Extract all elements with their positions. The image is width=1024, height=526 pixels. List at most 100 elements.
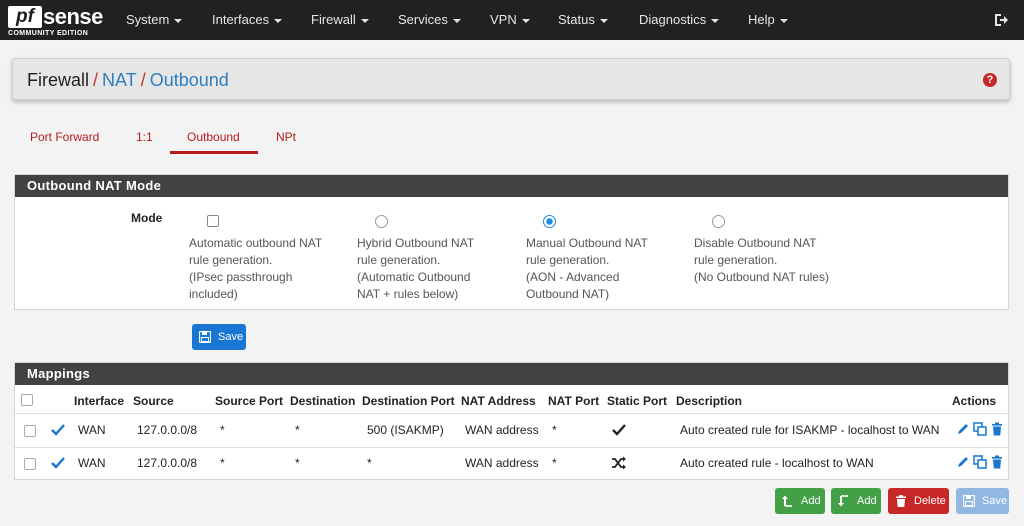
- caret-down-icon: [779, 18, 788, 23]
- nav-interfaces-label: Interfaces: [212, 12, 270, 27]
- mode-text-line: Outbound NAT): [526, 287, 610, 301]
- copy-icon[interactable]: [973, 455, 987, 469]
- mode-option-description: Automatic outbound NAT rule generation. …: [189, 235, 349, 303]
- breadcrumb: Firewall / NAT / Outbound: [27, 68, 229, 92]
- mode-text-line: rule generation.: [357, 253, 441, 267]
- arrow-turn-down-icon: [838, 495, 848, 507]
- select-all-checkbox[interactable]: [21, 394, 33, 406]
- outbound-nat-mode-panel: Outbound NAT Mode Mode Automatic outboun…: [14, 174, 1009, 310]
- mode-text-line: Automatic outbound NAT: [189, 236, 323, 250]
- nav-interfaces[interactable]: Interfaces: [212, 0, 283, 40]
- col-nat-address[interactable]: NAT Address: [461, 394, 536, 408]
- add-rule-bottom-button[interactable]: Add: [831, 488, 881, 514]
- delete-button[interactable]: Delete: [888, 488, 949, 514]
- automatic-checkbox[interactable]: [207, 215, 219, 227]
- nav-status-label: Status: [558, 12, 595, 27]
- tab-outbound[interactable]: Outbound: [187, 128, 240, 146]
- pencil-icon[interactable]: [956, 422, 970, 436]
- floppy-disk-icon: [199, 331, 211, 343]
- nav-status[interactable]: Status: [558, 0, 608, 40]
- caret-down-icon: [360, 18, 369, 23]
- cell-destination-port: *: [367, 456, 372, 470]
- col-source-port[interactable]: Source Port: [215, 394, 283, 408]
- col-source[interactable]: Source: [133, 394, 174, 408]
- cell-destination-port: 500 (ISAKMP): [367, 423, 444, 437]
- panel-title: Outbound NAT Mode: [15, 175, 1008, 197]
- save-mappings-button[interactable]: Save: [956, 488, 1009, 514]
- nav-system[interactable]: System: [126, 0, 183, 40]
- nav-services[interactable]: Services: [398, 0, 461, 40]
- mode-option-description: Hybrid Outbound NAT rule generation. (Au…: [357, 235, 517, 303]
- nav-help-label: Help: [748, 12, 775, 27]
- tab-one-to-one[interactable]: 1:1: [136, 128, 153, 146]
- top-navbar: pf sense COMMUNITY EDITION System Interf…: [0, 0, 1024, 40]
- logout-icon[interactable]: [993, 12, 1009, 28]
- mode-text-line: rule generation.: [526, 253, 610, 267]
- col-interface[interactable]: Interface: [74, 394, 124, 408]
- breadcrumb-nat-link[interactable]: NAT: [102, 70, 137, 90]
- trash-icon[interactable]: [990, 422, 1004, 436]
- trash-icon[interactable]: [990, 455, 1004, 469]
- row-checkbox[interactable]: [24, 425, 36, 437]
- cell-destination: *: [295, 423, 300, 437]
- mode-text-line: rule generation.: [694, 253, 778, 267]
- nav-diagnostics-label: Diagnostics: [639, 12, 707, 27]
- mode-text-line: Hybrid Outbound NAT: [357, 236, 475, 250]
- col-destination-port[interactable]: Destination Port: [362, 394, 455, 408]
- panel-title: Mappings: [15, 363, 1008, 385]
- add-rule-top-button[interactable]: Add: [775, 488, 825, 514]
- mode-text-line: Manual Outbound NAT: [526, 236, 648, 250]
- col-nat-port[interactable]: NAT Port: [548, 394, 599, 408]
- enabled-check-icon[interactable]: [51, 424, 65, 436]
- logo-sense-text: sense: [43, 4, 103, 29]
- nav-help[interactable]: Help: [748, 0, 788, 40]
- help-icon[interactable]: ?: [983, 73, 997, 87]
- cell-description: Auto created rule for ISAKMP - localhost…: [680, 423, 940, 437]
- enabled-check-icon[interactable]: [51, 457, 65, 469]
- cell-description: Auto created rule - localhost to WAN: [680, 456, 874, 470]
- mode-text-line: included): [189, 287, 238, 301]
- row-checkbox[interactable]: [24, 458, 36, 470]
- breadcrumb-outbound-link[interactable]: Outbound: [150, 70, 229, 90]
- table-row[interactable]: WAN 127.0.0.0/8 * * 500 (ISAKMP) WAN add…: [15, 414, 1008, 446]
- save-mappings-label: Save: [982, 495, 1008, 507]
- add-bottom-label: Add: [857, 495, 877, 507]
- caret-down-icon: [521, 18, 530, 23]
- mode-text-line: (No Outbound NAT rules): [694, 270, 829, 284]
- breadcrumb-separator: /: [140, 70, 146, 90]
- manual-radio[interactable]: [543, 215, 556, 228]
- hybrid-radio[interactable]: [375, 215, 388, 228]
- nav-vpn[interactable]: VPN: [490, 0, 530, 40]
- mode-text-line: (Automatic Outbound: [357, 270, 471, 284]
- breadcrumb-firewall: Firewall: [27, 70, 90, 90]
- cell-source-port: *: [220, 423, 225, 437]
- col-description[interactable]: Description: [676, 394, 742, 408]
- nav-firewall[interactable]: Firewall: [311, 0, 369, 40]
- mode-save-button[interactable]: Save: [192, 324, 246, 350]
- cell-destination: *: [295, 456, 300, 470]
- copy-icon[interactable]: [973, 422, 987, 436]
- col-destination[interactable]: Destination: [290, 394, 355, 408]
- col-static-port[interactable]: Static Port: [607, 394, 667, 408]
- arrow-turn-up-icon: [782, 495, 792, 507]
- tab-npt[interactable]: NPt: [276, 128, 296, 146]
- pfsense-logo[interactable]: pf sense COMMUNITY EDITION: [8, 4, 103, 38]
- table-row[interactable]: WAN 127.0.0.0/8 * * * WAN address * Auto…: [15, 447, 1008, 479]
- nav-diagnostics[interactable]: Diagnostics: [639, 0, 720, 40]
- pencil-icon[interactable]: [956, 455, 970, 469]
- cell-interface: WAN: [78, 423, 106, 437]
- trash-icon: [896, 495, 906, 507]
- caret-down-icon: [599, 18, 608, 23]
- active-tab-indicator: [170, 151, 258, 154]
- tab-port-forward[interactable]: Port Forward: [30, 128, 99, 146]
- nav-vpn-label: VPN: [490, 12, 517, 27]
- nav-firewall-label: Firewall: [311, 12, 356, 27]
- cell-interface: WAN: [78, 456, 106, 470]
- nav-system-label: System: [126, 12, 170, 27]
- caret-down-icon: [711, 18, 720, 23]
- caret-down-icon: [452, 18, 461, 23]
- disable-radio[interactable]: [712, 215, 725, 228]
- cell-nat-address: WAN address: [465, 456, 539, 470]
- add-top-label: Add: [801, 495, 821, 507]
- floppy-disk-icon: [963, 495, 975, 507]
